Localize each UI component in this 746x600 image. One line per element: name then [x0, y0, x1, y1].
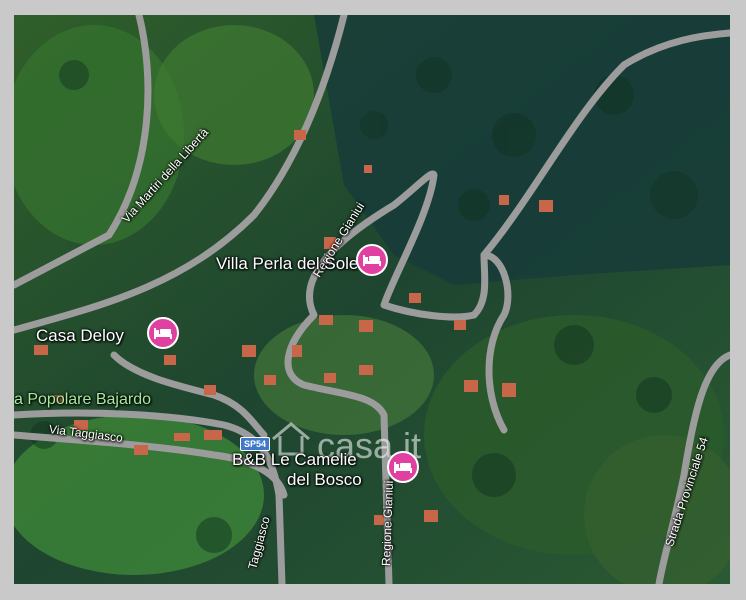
map-viewport[interactable]: casa.it SP54 Via Martiri della Libertà R…	[14, 15, 730, 584]
satellite-map	[14, 15, 730, 584]
poi-label-villa-perla[interactable]: Villa Perla del Sole	[216, 255, 358, 272]
poi-label-bb-camelie-line2[interactable]: del Bosco	[287, 471, 362, 488]
poi-label-casa-deloy[interactable]: Casa Deloy	[36, 327, 124, 344]
bed-icon[interactable]	[355, 243, 389, 277]
street-label-gianiui-lower: Regione Gianiui	[379, 480, 396, 567]
area-label: a Popolare Bajardo	[14, 391, 151, 408]
bed-icon[interactable]	[146, 316, 180, 350]
bed-icon[interactable]	[386, 450, 420, 484]
road-shield: SP54	[240, 437, 271, 451]
poi-label-bb-camelie[interactable]: B&B Le Camelie	[232, 451, 357, 468]
